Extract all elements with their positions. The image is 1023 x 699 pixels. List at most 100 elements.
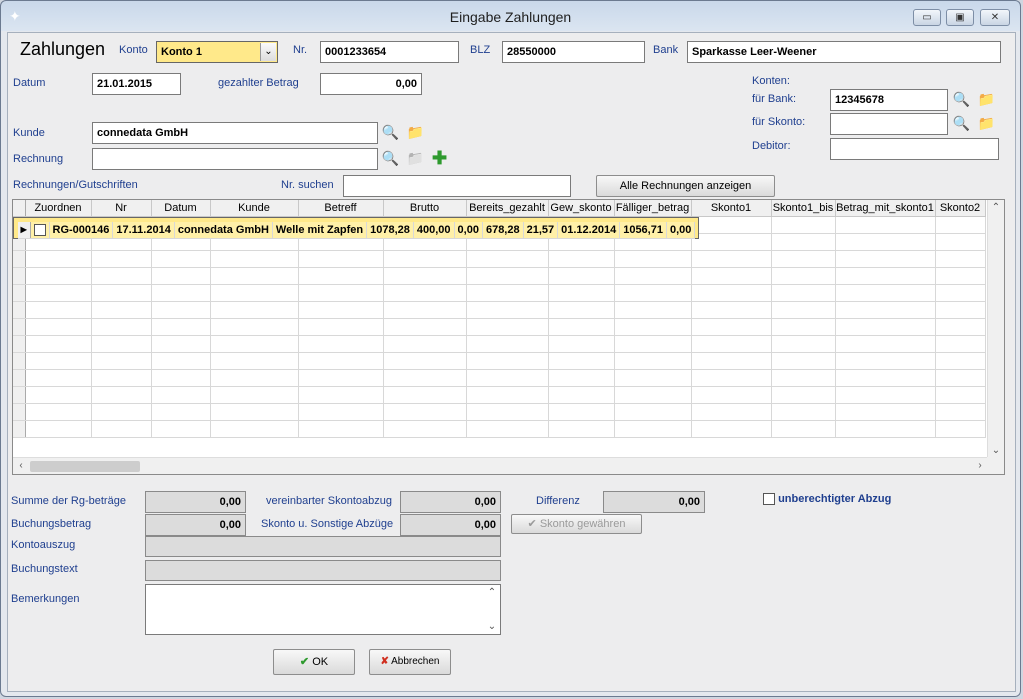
empty-cell[interactable] — [25, 369, 92, 387]
zuordnen-checkbox[interactable] — [33, 223, 46, 236]
empty-cell[interactable] — [835, 386, 936, 404]
empty-cell[interactable] — [771, 284, 836, 302]
column-header[interactable]: Gew_skonto — [548, 200, 615, 217]
empty-cell[interactable] — [835, 267, 936, 285]
empty-cell[interactable] — [548, 250, 615, 268]
empty-cell[interactable] — [771, 403, 836, 421]
empty-cell[interactable] — [298, 386, 384, 404]
empty-cell[interactable] — [691, 318, 772, 336]
empty-cell[interactable] — [383, 420, 467, 438]
empty-cell[interactable] — [614, 301, 692, 319]
empty-cell[interactable] — [466, 267, 549, 285]
empty-cell[interactable] — [771, 318, 836, 336]
empty-row[interactable] — [13, 420, 986, 438]
empty-cell[interactable] — [210, 335, 299, 353]
scroll-up-icon[interactable]: ⌃ — [988, 202, 1004, 213]
empty-cell[interactable] — [935, 352, 986, 370]
blz-field[interactable]: 28550000 — [502, 41, 645, 63]
column-header[interactable]: Skonto1 — [691, 200, 772, 217]
scroll-down-icon[interactable]: ⌄ — [484, 621, 500, 632]
empty-cell[interactable] — [548, 403, 615, 421]
scroll-down-icon[interactable]: ⌄ — [988, 445, 1004, 456]
empty-cell[interactable] — [771, 335, 836, 353]
empty-cell[interactable] — [466, 420, 549, 438]
table-row[interactable]: ▶ RG-000146 17.11.2014 connedata GmbH We… — [13, 216, 700, 239]
empty-cell[interactable] — [210, 301, 299, 319]
kontoauszug-field[interactable] — [145, 536, 501, 557]
alle-rechnungen-button[interactable]: Alle Rechnungen anzeigen — [596, 175, 775, 197]
datum-field[interactable]: 21.01.2015 — [92, 73, 181, 95]
empty-cell[interactable] — [298, 301, 384, 319]
folder-icon[interactable]: 📁 — [976, 113, 997, 134]
empty-cell[interactable] — [771, 369, 836, 387]
empty-cell[interactable] — [151, 352, 211, 370]
empty-cell[interactable] — [935, 284, 986, 302]
empty-cell[interactable] — [298, 420, 384, 438]
column-header[interactable]: Nr — [91, 200, 152, 217]
column-header[interactable]: Skonto2 — [935, 200, 986, 217]
search-icon[interactable]: 🔍 — [380, 122, 401, 143]
unberechtigt-checkbox-row[interactable]: unberechtigter Abzug — [763, 493, 891, 506]
empty-cell[interactable] — [210, 352, 299, 370]
empty-cell[interactable] — [383, 386, 467, 404]
empty-cell[interactable] — [298, 352, 384, 370]
empty-cell[interactable] — [614, 250, 692, 268]
empty-cell[interactable] — [935, 216, 986, 234]
empty-cell[interactable] — [935, 335, 986, 353]
folder-icon[interactable]: 📁 — [976, 89, 997, 110]
empty-cell[interactable] — [771, 216, 836, 234]
empty-cell[interactable] — [691, 301, 772, 319]
empty-cell[interactable] — [835, 284, 936, 302]
empty-cell[interactable] — [298, 250, 384, 268]
abbrechen-button[interactable]: ✘ Abbrechen — [369, 649, 451, 675]
empty-cell[interactable] — [151, 284, 211, 302]
brutto-cell[interactable]: 1078,28 — [366, 221, 414, 239]
empty-cell[interactable] — [151, 318, 211, 336]
empty-cell[interactable] — [614, 335, 692, 353]
empty-row[interactable] — [13, 369, 986, 387]
empty-cell[interactable] — [383, 403, 467, 421]
empty-cell[interactable] — [383, 250, 467, 268]
empty-cell[interactable] — [835, 216, 936, 234]
scroll-thumb[interactable] — [30, 461, 140, 472]
empty-cell[interactable] — [835, 352, 936, 370]
empty-cell[interactable] — [771, 250, 836, 268]
empty-cell[interactable] — [835, 335, 936, 353]
empty-cell[interactable] — [91, 250, 152, 268]
scroll-up-icon[interactable]: ⌃ — [484, 587, 500, 598]
empty-cell[interactable] — [151, 301, 211, 319]
gew-skonto-cell[interactable]: 0,00 — [454, 221, 483, 239]
empty-cell[interactable] — [151, 250, 211, 268]
empty-cell[interactable] — [835, 403, 936, 421]
empty-cell[interactable] — [548, 267, 615, 285]
betrag-mit-skonto1-cell[interactable]: 1056,71 — [619, 221, 667, 239]
empty-cell[interactable] — [383, 284, 467, 302]
empty-cell[interactable] — [25, 403, 92, 421]
maximize-button[interactable]: ▣ — [946, 9, 974, 26]
empty-cell[interactable] — [691, 284, 772, 302]
empty-cell[interactable] — [25, 267, 92, 285]
search-icon[interactable]: 🔍 — [951, 113, 972, 134]
empty-cell[interactable] — [614, 318, 692, 336]
empty-cell[interactable] — [25, 335, 92, 353]
empty-cell[interactable] — [91, 335, 152, 353]
search-icon[interactable]: 🔍 — [951, 89, 972, 110]
empty-cell[interactable] — [548, 352, 615, 370]
empty-row[interactable] — [13, 318, 986, 336]
buchungstext-field[interactable] — [145, 560, 501, 581]
datum-cell[interactable]: 17.11.2014 — [112, 221, 175, 239]
empty-cell[interactable] — [298, 335, 384, 353]
rechnung-field[interactable] — [92, 148, 378, 170]
empty-cell[interactable] — [691, 386, 772, 404]
empty-cell[interactable] — [835, 250, 936, 268]
empty-cell[interactable] — [835, 233, 936, 251]
empty-cell[interactable] — [383, 301, 467, 319]
empty-cell[interactable] — [210, 318, 299, 336]
empty-cell[interactable] — [298, 403, 384, 421]
empty-cell[interactable] — [691, 267, 772, 285]
empty-row[interactable] — [13, 352, 986, 370]
scroll-right-icon[interactable]: › — [972, 460, 988, 471]
scroll-left-icon[interactable]: ‹ — [13, 460, 29, 471]
column-header[interactable]: Betrag_mit_skonto1 — [835, 200, 936, 217]
empty-cell[interactable] — [151, 335, 211, 353]
